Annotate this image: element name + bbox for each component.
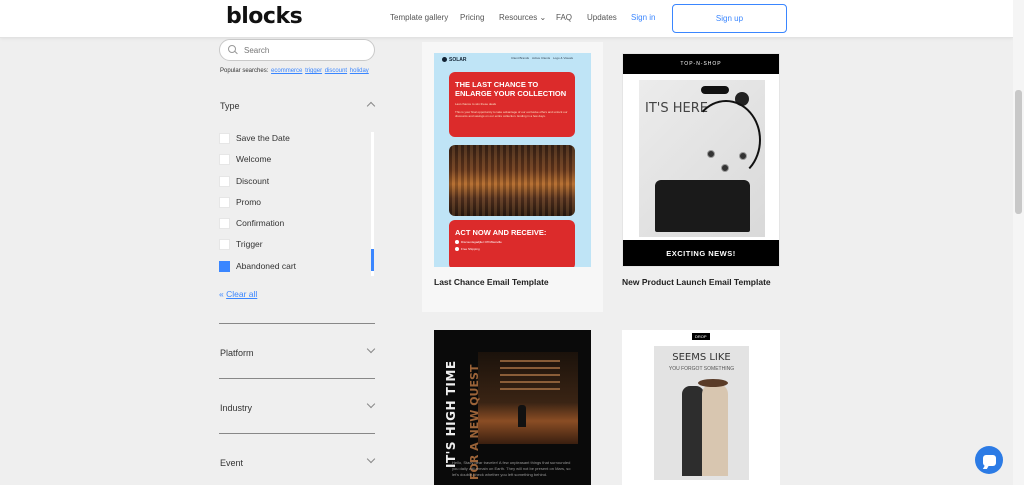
- checkbox[interactable]: [219, 217, 230, 229]
- solar-nav-item: Client Brands: [511, 56, 530, 60]
- blocks-logo[interactable]: blocks: [226, 4, 303, 29]
- nav-pricing[interactable]: Pricing: [460, 13, 484, 22]
- type-list-scrollbar-thumb[interactable]: [371, 249, 374, 271]
- checkbox-checked[interactable]: [219, 260, 230, 272]
- solar-offer-item: Free Shipping: [455, 247, 569, 251]
- chat-launcher-button[interactable]: [975, 446, 1003, 474]
- template-preview-forgot-something[interactable]: DROP SEEMS LIKE YOU FORGOT SOMETHING: [622, 330, 780, 485]
- template-preview-space-quest[interactable]: IT'S HIGH TIME FOR A NEW QUEST Hello, St…: [434, 330, 591, 485]
- chevron-down-icon[interactable]: [366, 344, 376, 354]
- filter-option-label: Abandoned cart: [236, 261, 297, 271]
- popular-link-discount[interactable]: discount: [325, 68, 347, 74]
- solar-offer-box: ACT NOW AND RECEIVE: Discountsgadjiler O…: [449, 220, 575, 267]
- solar-brand: SOLAR: [442, 57, 467, 63]
- filter-option-label: Discount: [236, 176, 270, 186]
- filter-option-trigger[interactable]: Trigger: [219, 237, 263, 251]
- sign-up-button[interactable]: Sign up: [672, 4, 787, 33]
- watch-shape: [707, 150, 715, 158]
- popular-link-ecommerce[interactable]: ecommerce: [271, 68, 302, 74]
- template-title-new-product[interactable]: New Product Launch Email Template: [622, 277, 771, 287]
- filter-option-promo[interactable]: Promo: [219, 195, 261, 209]
- platform-section-title[interactable]: Platform: [220, 348, 254, 358]
- nav-faq[interactable]: FAQ: [556, 13, 572, 22]
- filter-option-label: Promo: [236, 197, 262, 207]
- type-filter-list: Save the Date Welcome Discount Promo Con…: [219, 128, 375, 278]
- search-box[interactable]: [219, 39, 375, 61]
- chat-bubble-icon: [982, 454, 996, 466]
- template-title-last-chance[interactable]: Last Chance Email Template: [434, 277, 549, 287]
- clear-all-prefix: «: [219, 289, 224, 299]
- nav-updates[interactable]: Updates: [587, 13, 617, 22]
- watch-shape: [721, 164, 729, 172]
- event-section-title[interactable]: Event: [220, 458, 243, 468]
- solar-headline: THE LAST CHANCE TO ENLARGE YOUR COLLECTI…: [455, 80, 567, 98]
- divider: [219, 323, 375, 324]
- filter-option-discount[interactable]: Discount: [219, 174, 269, 188]
- astronaut-figure: [518, 405, 526, 427]
- checkbox[interactable]: [219, 196, 230, 208]
- filter-option-confirmation[interactable]: Confirmation: [219, 216, 284, 230]
- template-preview-solar[interactable]: SOLAR Client Brands Active Clients Logo …: [434, 53, 591, 267]
- drop-badge: DROP: [692, 333, 710, 340]
- page-scrollbar[interactable]: [1013, 0, 1024, 485]
- popular-searches: Popular searches: ecommerce trigger disc…: [220, 68, 369, 74]
- vertical-headline: IT'S HIGH TIME: [444, 360, 458, 468]
- page-scrollbar-thumb[interactable]: [1015, 90, 1022, 214]
- checkbox[interactable]: [219, 175, 230, 187]
- divider: [219, 378, 375, 379]
- filter-option-abandoned-cart[interactable]: Abandoned cart: [219, 259, 296, 273]
- top-header: blocks Template gallery Pricing Resource…: [0, 0, 1013, 38]
- filter-option-save-the-date[interactable]: Save the Date: [219, 131, 290, 145]
- watch-shape: [739, 152, 747, 160]
- checkbox[interactable]: [219, 153, 230, 165]
- chevron-down-icon[interactable]: [366, 454, 376, 464]
- chevron-up-icon[interactable]: [366, 101, 376, 111]
- checkbox[interactable]: [219, 132, 230, 144]
- model-figure: [702, 384, 728, 476]
- filter-option-label: Welcome: [236, 154, 272, 164]
- shop-bottom-bar: EXCITING NEWS!: [623, 240, 779, 266]
- filter-option-label: Trigger: [236, 239, 263, 249]
- sunglasses-shape: [701, 86, 729, 94]
- search-icon: [228, 45, 238, 55]
- filter-option-welcome[interactable]: Welcome: [219, 152, 271, 166]
- template-preview-top-n-shop[interactable]: TOP-N-SHOP IT'S HERE EXCITING NEWS!: [622, 53, 780, 267]
- solar-nav-item: Logo & Visuals: [553, 56, 573, 60]
- scene-ui-rows: [500, 360, 560, 395]
- hat-shape: [698, 379, 728, 387]
- filter-option-label: Confirmation: [236, 218, 285, 228]
- popular-link-trigger[interactable]: trigger: [305, 68, 322, 74]
- space-body-text: Hello, Stacy dear traveler! A few unplea…: [452, 460, 571, 477]
- shop-brand-bar: TOP-N-SHOP: [623, 54, 779, 74]
- industry-section-title[interactable]: Industry: [220, 403, 252, 413]
- nav-resources-dropdown[interactable]: Resources ⌄: [499, 13, 546, 22]
- search-input[interactable]: [244, 45, 364, 55]
- clear-all-link[interactable]: « Clear all: [219, 289, 257, 299]
- solar-body: This is your final opportunity to take a…: [455, 110, 568, 118]
- handbag-shape: [655, 180, 750, 232]
- model-figure: [682, 386, 704, 476]
- solar-hero-box: THE LAST CHANCE TO ENLARGE YOUR COLLECTI…: [449, 72, 575, 137]
- solar-nav-item: Active Clients: [532, 56, 551, 60]
- popular-searches-label: Popular searches:: [220, 68, 269, 74]
- type-section-title[interactable]: Type: [220, 101, 240, 111]
- fashion-photo: SEEMS LIKE YOU FORGOT SOMETHING: [654, 346, 749, 480]
- library-photo: [449, 145, 575, 216]
- popular-link-holiday[interactable]: holiday: [350, 68, 369, 74]
- handbag-photo: IT'S HERE: [639, 80, 765, 237]
- solar-act-title: ACT NOW AND RECEIVE:: [455, 228, 547, 237]
- fashion-headline: SEEMS LIKE: [672, 352, 731, 363]
- fashion-subheadline: YOU FORGOT SOMETHING: [668, 366, 735, 372]
- checkbox[interactable]: [219, 238, 230, 250]
- chevron-down-icon[interactable]: [366, 399, 376, 409]
- solar-offer-item: Discountsgadjiler Off Mitesville: [455, 240, 569, 244]
- nav-template-gallery[interactable]: Template gallery: [390, 13, 448, 22]
- solar-sub: Last chance to win these deals: [455, 102, 497, 106]
- divider: [219, 433, 375, 434]
- clear-all-label[interactable]: Clear all: [226, 289, 257, 299]
- sign-in-link[interactable]: Sign in: [631, 13, 655, 22]
- filter-option-label: Save the Date: [236, 133, 290, 143]
